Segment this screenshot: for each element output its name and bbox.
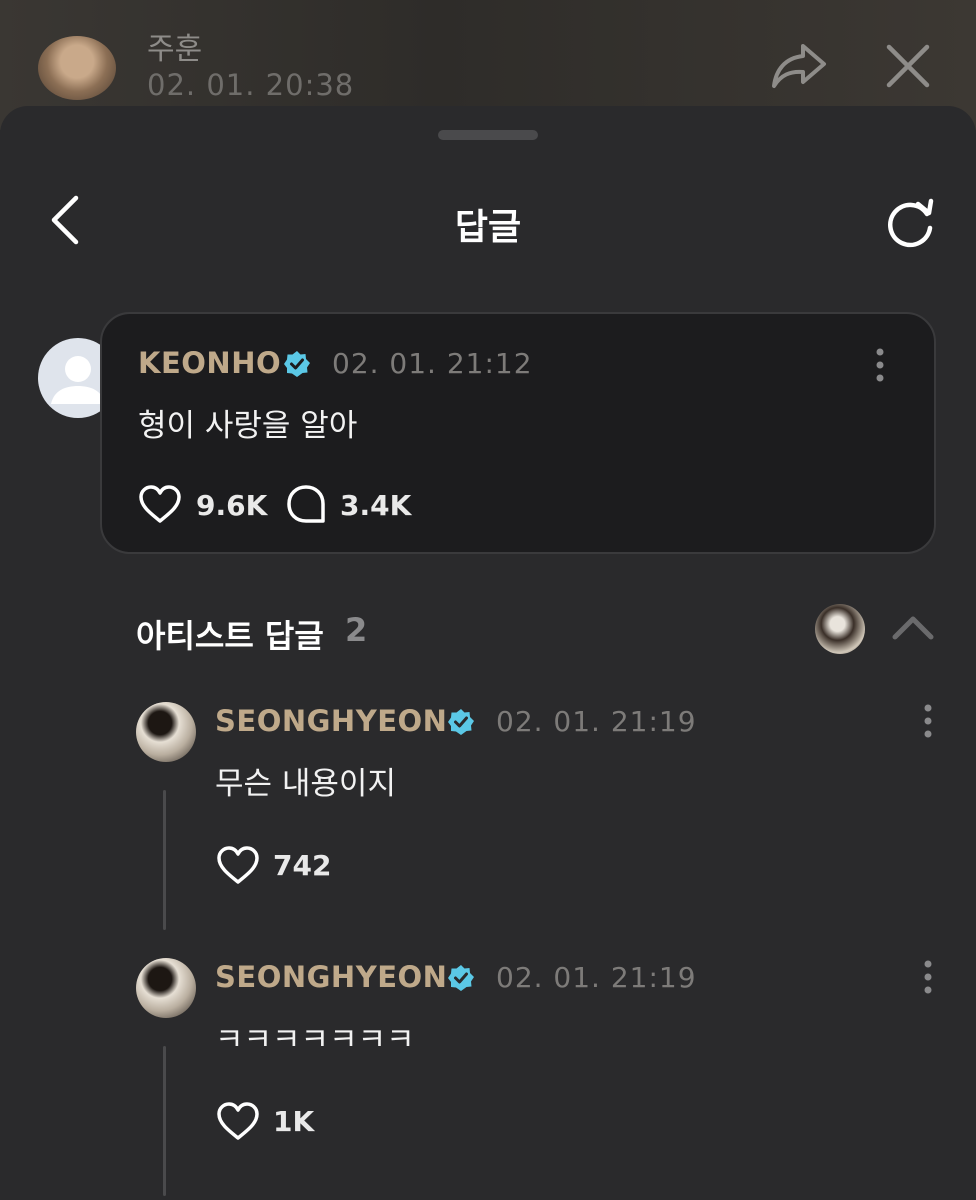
comment-author[interactable]: KEONHO <box>138 346 281 380</box>
avatar[interactable] <box>136 958 196 1018</box>
avatar[interactable] <box>38 36 116 100</box>
parent-comment-card: KEONHO 02. 01. 21:12 형이 사랑을 알아 9.6K 3.4K <box>100 312 936 554</box>
reply-timestamp: 02. 01. 21:19 <box>496 705 697 738</box>
more-options-icon[interactable] <box>921 704 935 738</box>
chevron-up-icon[interactable] <box>890 612 936 642</box>
reply-text: ㅋㅋㅋㅋㅋㅋㅋ <box>215 1022 415 1058</box>
app-root: 주훈 02. 01. 20:38 답글 KEONHO 02. 01. 21:12… <box>0 0 976 1200</box>
page-title: 답글 <box>454 207 522 248</box>
thread-line <box>163 790 166 930</box>
comment-bubble-icon[interactable] <box>286 484 326 526</box>
comment-timestamp: 02. 01. 21:12 <box>332 347 533 380</box>
heart-icon[interactable] <box>216 845 260 885</box>
artist-replies-count: 2 <box>345 611 368 649</box>
replies-sheet: 답글 KEONHO 02. 01. 21:12 형이 사랑을 알아 9.6K 3… <box>0 106 976 1200</box>
avatar[interactable] <box>136 702 196 762</box>
artist-replies-title: 아티스트 답글 <box>136 617 324 655</box>
like-count: 742 <box>273 849 332 882</box>
verified-badge-icon <box>448 709 474 735</box>
refresh-button[interactable] <box>882 198 938 254</box>
sheet-grabber-handle[interactable] <box>438 130 538 140</box>
heart-icon[interactable] <box>138 484 182 524</box>
close-icon[interactable] <box>884 42 932 90</box>
like-count: 1K <box>273 1105 315 1138</box>
reply-author[interactable]: SEONGHYEON <box>215 960 447 994</box>
more-options-icon[interactable] <box>921 960 935 994</box>
verified-badge-icon <box>284 351 310 377</box>
reply-timestamp: 02. 01. 21:19 <box>496 961 697 994</box>
more-options-icon[interactable] <box>873 348 887 382</box>
heart-icon[interactable] <box>216 1101 260 1141</box>
avatar[interactable] <box>815 604 865 654</box>
like-count: 9.6K <box>196 489 268 522</box>
reply-text: 무슨 내용이지 <box>215 766 396 802</box>
comment-text: 형이 사랑을 알아 <box>138 408 358 444</box>
post-author-name: 주훈 <box>147 32 203 67</box>
post-timestamp: 02. 01. 20:38 <box>147 68 355 102</box>
share-icon[interactable] <box>770 40 828 90</box>
verified-badge-icon <box>448 965 474 991</box>
reply-count: 3.4K <box>340 489 412 522</box>
thread-line <box>163 1046 166 1196</box>
reply-author[interactable]: SEONGHYEON <box>215 704 447 738</box>
